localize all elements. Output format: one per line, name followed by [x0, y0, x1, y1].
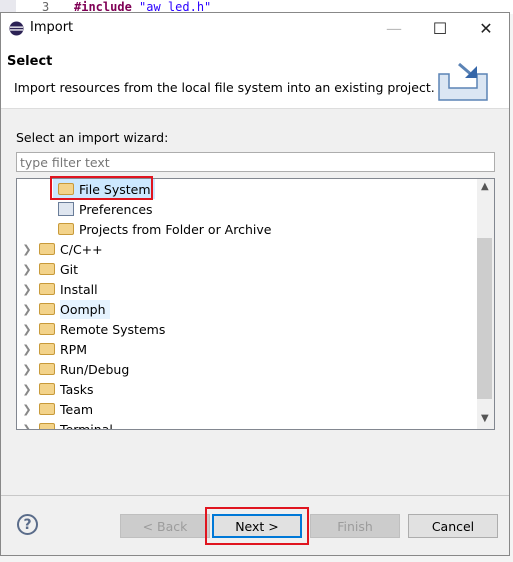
scroll-up-icon[interactable]: ▲ [481, 181, 489, 192]
title-bar[interactable]: Import — ☐ ✕ [1, 13, 509, 43]
tree-item-label: Install [60, 281, 98, 297]
highlight-file-system [50, 176, 153, 200]
folder-icon [58, 223, 74, 235]
tree-item-label: Remote Systems [60, 321, 166, 337]
chevron-right-icon[interactable]: ❯ [21, 283, 33, 296]
finish-button[interactable]: Finish [310, 514, 400, 538]
chevron-right-icon[interactable]: ❯ [21, 403, 33, 416]
scrollbar-thumb[interactable] [477, 238, 492, 399]
tree-item-label: Git [60, 261, 79, 277]
tree-item-label: Projects from Folder or Archive [79, 221, 272, 237]
preferences-icon [58, 202, 74, 216]
import-banner-icon [438, 62, 488, 101]
tree-category-c-c-[interactable]: ❯ C/C++ [21, 239, 103, 259]
tree-item-label: Run/Debug [60, 361, 130, 377]
highlight-next [205, 507, 309, 545]
back-button[interactable]: < Back [120, 514, 210, 538]
help-icon[interactable]: ? [17, 514, 38, 535]
eclipse-icon [9, 21, 24, 36]
chevron-right-icon[interactable]: ❯ [21, 363, 33, 376]
chevron-right-icon[interactable]: ❯ [21, 423, 33, 430]
chevron-right-icon[interactable]: ❯ [21, 303, 33, 316]
folder-icon [39, 323, 55, 335]
filter-input[interactable] [16, 152, 495, 172]
maximize-button[interactable]: ☐ [417, 13, 463, 43]
button-bar-separator [1, 495, 509, 496]
folder-icon [39, 343, 55, 355]
page-description: Import resources from the local file sys… [14, 80, 435, 95]
import-dialog: Import — ☐ ✕ Select Import resources fro… [0, 12, 510, 556]
folder-icon [39, 423, 55, 429]
tree-category-tasks[interactable]: ❯ Tasks [21, 379, 94, 399]
chevron-right-icon[interactable]: ❯ [21, 263, 33, 276]
chevron-right-icon[interactable]: ❯ [21, 343, 33, 356]
folder-icon [39, 283, 55, 295]
folder-icon [39, 363, 55, 375]
tree-item-label: Terminal [60, 421, 113, 430]
tree-category-terminal[interactable]: ❯ Terminal [21, 419, 113, 430]
close-button[interactable]: ✕ [463, 13, 509, 43]
folder-icon [39, 383, 55, 395]
tree-item-preferences[interactable]: Preferences [58, 199, 153, 219]
cancel-button[interactable]: Cancel [408, 514, 498, 538]
tree-category-oomph[interactable]: ❯ Oomph [21, 299, 110, 319]
tree-category-install[interactable]: ❯ Install [21, 279, 98, 299]
chevron-right-icon[interactable]: ❯ [21, 243, 33, 256]
tree-item-projects-from-folder[interactable]: Projects from Folder or Archive [58, 219, 271, 239]
folder-icon [39, 263, 55, 275]
folder-icon [39, 403, 55, 415]
tree-category-remote-systems[interactable]: ❯ Remote Systems [21, 319, 165, 339]
wizard-label: Select an import wizard: [16, 130, 169, 145]
window-title: Import [30, 20, 74, 35]
tree-item-label: Oomph [60, 299, 110, 319]
scroll-down-icon[interactable]: ▼ [481, 413, 489, 424]
folder-icon [39, 303, 55, 315]
tree-category-git[interactable]: ❯ Git [21, 259, 78, 279]
minimize-button[interactable]: — [371, 13, 417, 43]
wizard-tree: File System Preferences Projects from Fo… [16, 178, 495, 430]
page-title: Select [7, 54, 53, 69]
tree-item-label: RPM [60, 341, 88, 357]
folder-icon [39, 243, 55, 255]
tree-item-label: C/C++ [60, 241, 103, 257]
wizard-header: Select Import resources from the local f… [1, 43, 509, 109]
chevron-right-icon[interactable]: ❯ [21, 383, 33, 396]
tree-category-rpm[interactable]: ❯ RPM [21, 339, 87, 359]
tree-item-label: Preferences [79, 201, 153, 217]
tree-item-label: Tasks [60, 381, 94, 397]
tree-item-label: Team [60, 401, 94, 417]
tree-category-team[interactable]: ❯ Team [21, 399, 93, 419]
tree-category-run-debug[interactable]: ❯ Run/Debug [21, 359, 129, 379]
chevron-right-icon[interactable]: ❯ [21, 323, 33, 336]
